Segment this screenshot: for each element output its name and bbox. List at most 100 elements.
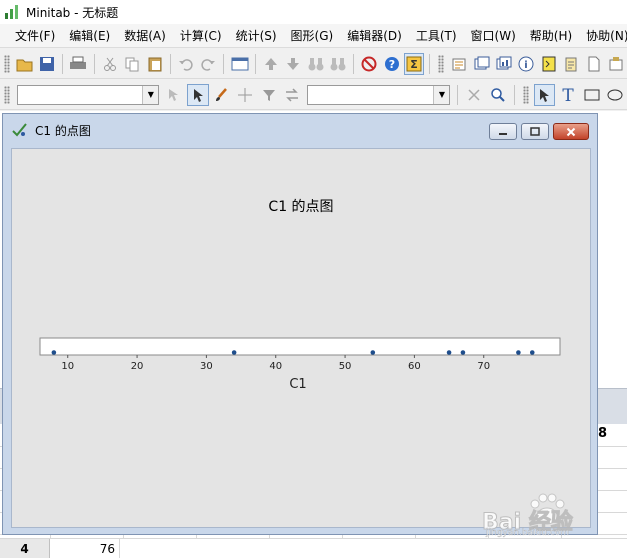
menu-stat[interactable]: 统计(S) (229, 27, 284, 44)
data-point[interactable] (231, 350, 237, 355)
menu-tools[interactable]: 工具(T) (409, 27, 464, 44)
move-up-button[interactable] (261, 53, 281, 75)
info-button[interactable]: i (516, 53, 536, 75)
text-tool-button[interactable]: T (557, 84, 579, 106)
printer-icon (70, 56, 87, 69)
menu-assist[interactable]: 协助(N) (579, 27, 627, 44)
crosshair-button[interactable] (234, 84, 256, 106)
select-button[interactable] (186, 83, 209, 106)
help-button[interactable]: ? (382, 53, 402, 75)
minitab-logo-icon (5, 5, 18, 19)
menu-graph[interactable]: 图形(G) (284, 27, 341, 44)
menu-editor[interactable]: 编辑器(D) (340, 27, 409, 44)
new-document-button[interactable] (583, 53, 603, 75)
table-row: 4 76 (0, 538, 627, 558)
paste-button[interactable] (144, 53, 164, 75)
redo-button[interactable] (198, 53, 218, 75)
ellipse-tool-button[interactable] (604, 84, 626, 106)
minimize-button[interactable] (489, 123, 517, 140)
stat-guide-button[interactable]: Σ (403, 52, 425, 75)
graphs-button[interactable] (494, 53, 514, 75)
svg-text:?: ? (389, 58, 395, 71)
plot-frame (39, 337, 561, 356)
data-point[interactable] (516, 350, 521, 355)
brush-button[interactable] (211, 84, 233, 106)
floppy-disk-icon (40, 56, 55, 71)
undo-button[interactable] (176, 53, 196, 75)
brush-select-button[interactable] (163, 84, 185, 106)
close-button[interactable] (553, 123, 589, 140)
magnifier-icon (491, 87, 505, 102)
maximize-button[interactable] (521, 123, 549, 140)
annotation-select-button[interactable] (533, 83, 556, 106)
dotplot-chart: 10 20 30 40 50 60 70 C1 (39, 337, 561, 392)
chevron-down-icon[interactable]: ▼ (433, 85, 450, 104)
move-down-button[interactable] (283, 53, 303, 75)
crosshair-icon (238, 87, 252, 102)
worksheet-column-header[interactable]: 8 (598, 426, 607, 441)
history-button[interactable] (539, 53, 559, 75)
toolbar-separator (62, 53, 64, 74)
close-icon (566, 127, 576, 136)
cancel-button[interactable] (359, 53, 379, 75)
menu-calc[interactable]: 计算(C) (173, 27, 229, 44)
toolbar-grip[interactable] (4, 85, 10, 104)
watermark-url: jingyan.baidu.com (486, 528, 570, 538)
folder-open-icon (16, 59, 33, 71)
data-point[interactable] (446, 350, 452, 355)
funnel-icon (262, 89, 275, 101)
menu-window[interactable]: 窗口(W) (464, 27, 523, 44)
menu-data[interactable]: 数据(A) (117, 27, 173, 44)
sigma-icon: Σ (406, 56, 422, 71)
zoom-button[interactable] (487, 84, 509, 106)
copy-icon (125, 57, 139, 71)
project-icon (609, 56, 623, 70)
copy-button[interactable] (122, 53, 142, 75)
binoculars-icon (308, 57, 324, 70)
font-combo[interactable]: ▼ (16, 84, 160, 105)
x-tick-label: 70 (477, 361, 490, 372)
report-pad-button[interactable] (561, 53, 581, 75)
toolbar-separator (223, 53, 225, 74)
session-button[interactable] (229, 53, 249, 75)
graph-window-title: C1 的点图 (35, 123, 91, 138)
project-manager-button[interactable] (606, 53, 626, 75)
svg-text:Σ: Σ (410, 58, 418, 71)
x-axis-label: C1 (289, 377, 306, 392)
chevron-down-icon[interactable]: ▼ (142, 85, 159, 104)
arrow-up-icon (264, 57, 277, 70)
toolbar-grip[interactable] (4, 54, 10, 73)
swap-button[interactable] (281, 84, 303, 106)
redo-icon (201, 58, 216, 71)
menu-help[interactable]: 帮助(H) (523, 27, 579, 44)
data-point[interactable] (460, 350, 466, 355)
menu-file[interactable]: 文件(F) (8, 27, 62, 44)
row-number[interactable]: 4 (0, 539, 50, 558)
data-point[interactable] (370, 350, 376, 355)
font-size-combo[interactable]: ▼ (307, 84, 451, 105)
ellipse-icon (607, 89, 623, 100)
worksheet-cell-c1[interactable]: 76 (50, 539, 120, 558)
open-button[interactable] (15, 53, 35, 75)
menu-edit[interactable]: 编辑(E) (62, 27, 117, 44)
session-icon (452, 58, 466, 70)
rectangle-tool-button[interactable] (581, 84, 603, 106)
print-button[interactable] (68, 53, 88, 75)
flag-button[interactable] (258, 84, 280, 106)
data-point[interactable] (529, 350, 535, 355)
graph-canvas[interactable]: C1 的点图 10 20 30 40 50 60 70 C1 (11, 148, 591, 528)
toolbar-grip[interactable] (438, 54, 444, 73)
find-button[interactable] (305, 53, 325, 75)
binoculars-next-icon (330, 57, 346, 70)
find-next-button[interactable] (328, 53, 348, 75)
x-tick-label: 10 (61, 361, 74, 372)
data-point[interactable] (51, 350, 57, 355)
window-list-icon (231, 57, 249, 70)
save-button[interactable] (37, 53, 57, 75)
toolbar-grip[interactable] (522, 85, 529, 104)
delete-button[interactable] (463, 84, 485, 106)
session-window-button[interactable] (449, 53, 469, 75)
cut-button[interactable] (100, 53, 120, 75)
worksheets-button[interactable] (471, 53, 491, 75)
info-icon: i (518, 56, 534, 71)
